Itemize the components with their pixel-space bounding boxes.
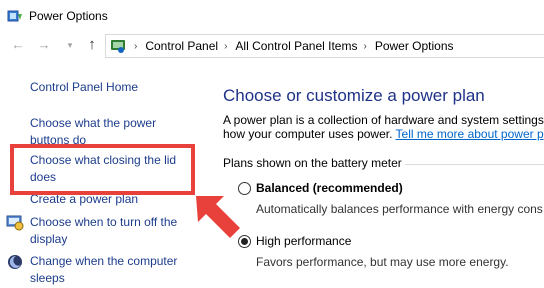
intro-text-line1: A power plan is a collection of hardware… xyxy=(223,113,544,127)
breadcrumb-separator: › xyxy=(363,40,367,52)
intro-text-line2: how your computer uses power. Tell me mo… xyxy=(223,127,544,141)
moon-sleep-icon xyxy=(8,255,22,269)
navigation-bar: ← → ▾ ↑ › Control Panel › All Control Pa… xyxy=(0,31,544,61)
sidebar-item-label: Change when the computer xyxy=(30,254,178,268)
breadcrumb-all-items[interactable]: All Control Panel Items xyxy=(235,39,357,53)
plan-balanced-name[interactable]: Balanced (recommended) xyxy=(256,181,403,195)
breadcrumb-separator: › xyxy=(224,40,228,52)
highlight-box xyxy=(10,144,195,195)
intro-text: how your computer uses power. xyxy=(223,127,393,141)
chevron-down-icon[interactable]: ▾ xyxy=(62,37,78,53)
forward-arrow-icon[interactable]: → xyxy=(36,37,52,53)
sidebar-item-control-panel-home[interactable]: Control Panel Home xyxy=(30,79,198,96)
power-options-icon xyxy=(7,10,22,21)
title-bar: Power Options xyxy=(0,0,544,31)
display-settings-icon xyxy=(6,215,24,231)
pointer-arrow-icon xyxy=(196,196,240,238)
breadcrumb-control-panel[interactable]: Control Panel xyxy=(145,39,218,53)
page-title: Choose or customize a power plan xyxy=(223,86,485,105)
breadcrumb-separator: › xyxy=(134,40,138,52)
plan-high-performance-name[interactable]: High performance xyxy=(256,234,351,248)
plan-balanced-description: Automatically balances performance with … xyxy=(256,202,543,216)
power-options-window: Power Options ← → ▾ ↑ › Control Panel › … xyxy=(0,0,544,288)
up-arrow-icon[interactable]: ↑ xyxy=(84,37,100,53)
window-title: Power Options xyxy=(29,8,108,23)
address-bar[interactable]: › Control Panel › All Control Panel Item… xyxy=(105,34,544,58)
sidebar-item-label: display xyxy=(30,232,68,246)
main-content: Choose or customize a power plan A power… xyxy=(205,61,544,288)
sidebar-item-label: Choose when to turn off the xyxy=(30,215,178,229)
tell-me-more-link[interactable]: Tell me more about power p xyxy=(396,127,544,141)
control-panel-icon xyxy=(111,40,125,53)
back-arrow-icon[interactable]: ← xyxy=(10,37,26,53)
sidebar-item-computer-sleeps[interactable]: Change when the computer sleeps xyxy=(30,253,198,287)
sidebar-item-label: sleeps xyxy=(30,271,65,285)
section-divider xyxy=(405,164,544,165)
section-label: Plans shown on the battery meter xyxy=(223,156,402,170)
plan-high-performance-description: Favors performance, but may use more ene… xyxy=(256,255,509,269)
breadcrumb-power-options[interactable]: Power Options xyxy=(375,39,454,53)
sidebar-item-turn-off-display[interactable]: Choose when to turn off the display xyxy=(30,214,198,248)
sidebar-item-label: Choose what the power xyxy=(30,116,157,130)
